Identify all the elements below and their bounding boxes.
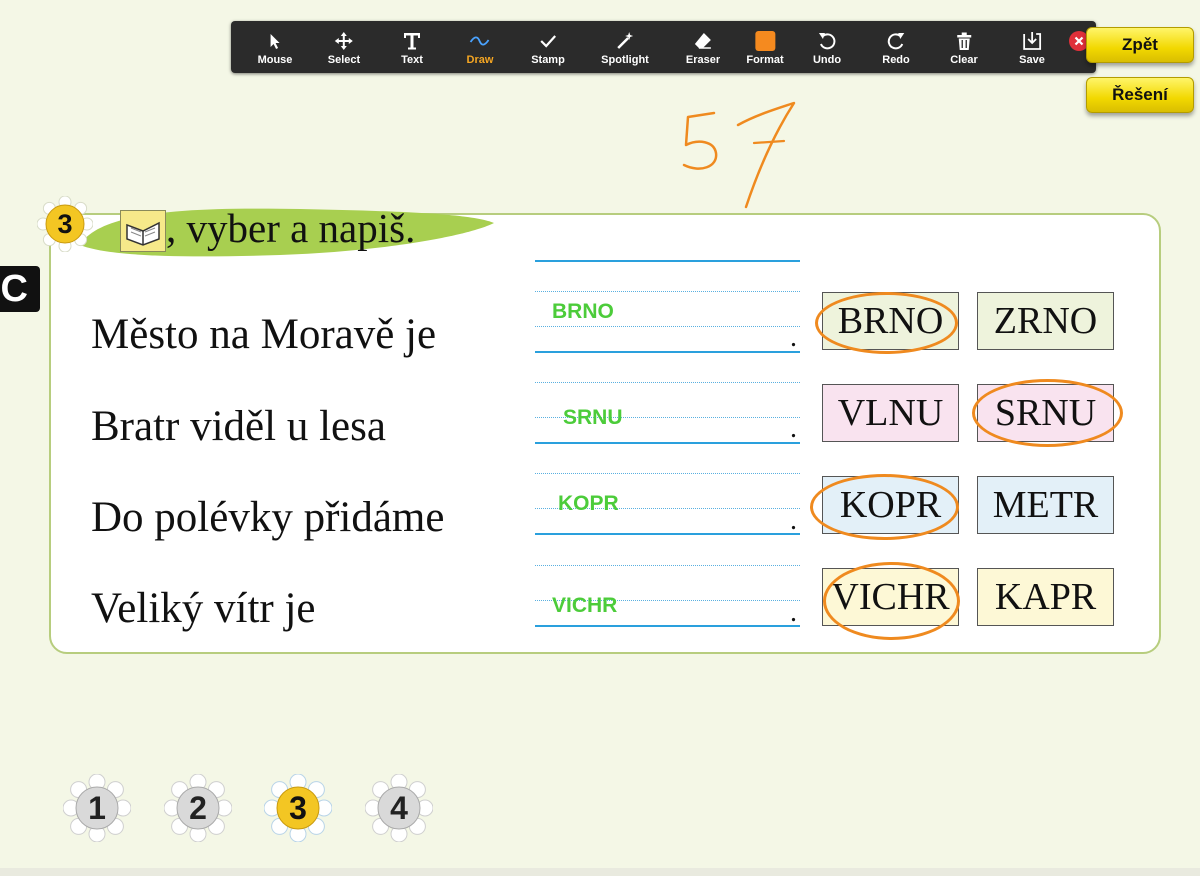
tool-stamp[interactable]: Stamp <box>531 21 565 73</box>
tool-text[interactable]: Text <box>401 21 423 73</box>
answer-line-3[interactable] <box>535 533 800 535</box>
sentence-1: Město na Moravě je <box>91 311 437 358</box>
circle-annotation <box>815 292 958 354</box>
page-button-4[interactable]: 4 <box>364 773 434 843</box>
tool-undo[interactable]: Undo <box>813 21 841 73</box>
cursor-arrow-icon <box>271 34 280 49</box>
writing-guide <box>535 382 800 383</box>
solution-button[interactable]: Řešení <box>1086 77 1194 113</box>
option-zrno[interactable]: ZRNO <box>977 292 1114 350</box>
move-arrows-icon <box>334 32 353 50</box>
tool-eraser[interactable]: Eraser <box>686 21 720 73</box>
side-label-tab: IC <box>0 266 40 312</box>
tool-redo[interactable]: Redo <box>882 21 910 73</box>
writing-guide <box>535 565 800 566</box>
sentence-period: . <box>790 413 797 444</box>
back-button[interactable]: Zpět <box>1086 27 1194 63</box>
sentence-period: . <box>790 597 797 628</box>
tool-clear[interactable]: Clear <box>950 21 978 73</box>
sentence-period: . <box>790 322 797 353</box>
tool-format[interactable]: Format <box>746 21 784 73</box>
save-download-icon <box>1023 32 1041 50</box>
tool-select[interactable]: Select <box>328 21 360 73</box>
option-kapr[interactable]: KAPR <box>977 568 1114 626</box>
circle-annotation <box>972 379 1123 447</box>
answer-text-1: BRNO <box>552 300 614 323</box>
sentence-3: Do polévky přidáme <box>91 494 445 541</box>
option-metr[interactable]: METR <box>977 476 1114 534</box>
sentence-4: Veliký vítr je <box>91 585 316 632</box>
answer-text-4: VICHR <box>552 594 618 617</box>
tool-mouse[interactable]: Mouse <box>258 21 292 73</box>
annotation-toolbar: Mouse Select Text Draw Stamp Spotlight E… <box>231 21 1096 73</box>
writing-line <box>535 260 800 262</box>
page-button-3[interactable]: 3 <box>263 773 333 843</box>
book-icon <box>120 210 166 252</box>
option-vlnu[interactable]: VLNU <box>822 384 959 442</box>
text-t-icon <box>404 33 420 50</box>
sentence-period: . <box>790 505 797 536</box>
checkmark-icon <box>540 35 556 48</box>
writing-guide <box>535 473 800 474</box>
answer-text-2: SRNU <box>563 406 623 429</box>
tool-draw[interactable]: Draw <box>467 21 493 73</box>
page-button-2[interactable]: 2 <box>163 773 233 843</box>
sentence-2: Bratr viděl u lesa <box>91 403 386 450</box>
handwritten-annotation: 57 <box>682 101 796 209</box>
answer-line-1[interactable] <box>535 351 800 353</box>
tool-spotlight[interactable]: Spotlight <box>601 21 649 73</box>
page-number-current: 3 <box>289 789 307 826</box>
undo-icon <box>818 33 836 50</box>
circle-annotation <box>823 562 960 640</box>
circle-annotation <box>810 474 959 540</box>
exercise-title: , vyber a napiš. <box>166 205 416 251</box>
trash-icon <box>957 32 971 50</box>
magic-wand-icon <box>617 32 633 49</box>
page-number: 4 <box>390 789 408 826</box>
answer-text-3: KOPR <box>558 492 619 515</box>
redo-icon <box>887 33 904 50</box>
tool-save[interactable]: Save <box>1019 21 1045 73</box>
page-number: 2 <box>189 789 207 826</box>
draw-wave-icon <box>470 36 490 46</box>
eraser-icon <box>694 33 711 49</box>
writing-guide <box>535 326 800 327</box>
answer-line-2[interactable] <box>535 442 800 444</box>
writing-guide <box>535 291 800 292</box>
bottom-strip <box>0 868 1200 876</box>
exercise-number: 3 <box>57 208 73 239</box>
answer-line-4[interactable] <box>535 625 800 627</box>
page-button-1[interactable]: 1 <box>62 773 132 843</box>
page-number: 1 <box>88 789 106 826</box>
color-square-icon <box>755 31 775 51</box>
